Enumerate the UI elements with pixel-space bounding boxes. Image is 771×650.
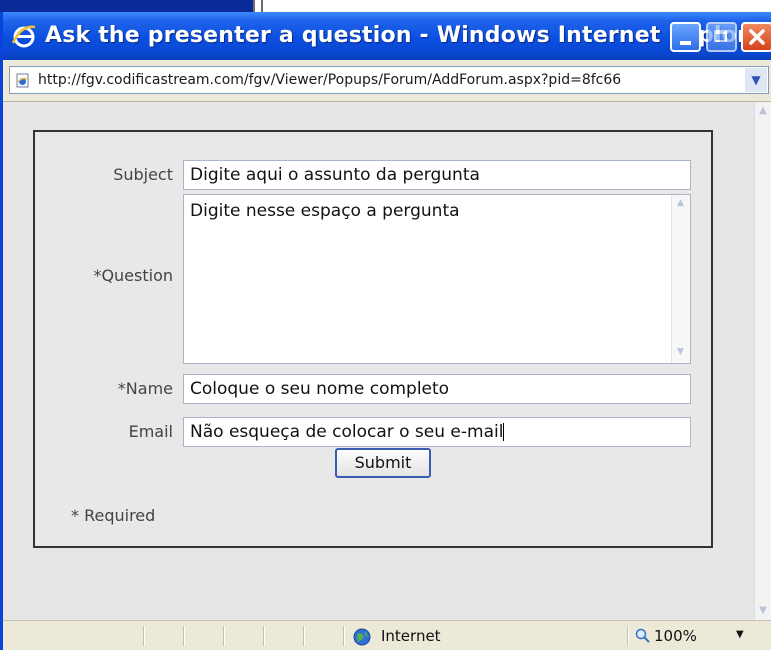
title-bar[interactable]: Ask the presenter a question - Windows I… — [3, 12, 771, 60]
magnifier-icon — [635, 628, 650, 643]
name-label: *Name — [117, 379, 173, 398]
url-dropdown-button[interactable]: ▼ — [745, 68, 767, 92]
status-divider — [343, 626, 345, 646]
address-bar: http://fgv.codificastream.com/fgv/Viewer… — [3, 60, 771, 102]
question-textarea[interactable]: Digite nesse espaço a pergunta ▲ ▼ — [183, 194, 691, 364]
scroll-up-icon[interactable]: ▲ — [756, 104, 770, 118]
window-title: Ask the presenter a question - Windows I… — [45, 23, 771, 48]
subject-input[interactable]: Digite aqui o assunto da pergunta — [183, 160, 691, 190]
url-field[interactable]: http://fgv.codificastream.com/fgv/Viewer… — [9, 66, 769, 94]
chevron-down-icon: ▼ — [751, 73, 761, 87]
subject-label: Subject — [113, 165, 173, 184]
scroll-up-icon[interactable]: ▲ — [674, 198, 687, 211]
minimize-icon — [680, 41, 691, 45]
url-text: http://fgv.codificastream.com/fgv/Viewer… — [38, 72, 622, 88]
status-bar: Internet 100% ▼ — [3, 620, 771, 650]
scroll-down-icon[interactable]: ▼ — [674, 347, 687, 360]
maximize-icon — [714, 30, 727, 42]
status-divider — [223, 626, 225, 646]
zoom-level[interactable]: 100% — [654, 627, 697, 645]
status-divider — [143, 626, 145, 646]
question-text: Digite nesse espaço a pergunta — [190, 201, 460, 221]
question-form: Subject Digite aqui o assunto da pergunt… — [33, 130, 713, 548]
textarea-scrollbar[interactable]: ▲ ▼ — [671, 195, 690, 363]
status-divider — [263, 626, 265, 646]
page-content: Subject Digite aqui o assunto da pergunt… — [3, 102, 771, 620]
page-scrollbar[interactable]: ▲ ▼ — [754, 102, 771, 620]
page-icon — [16, 73, 29, 88]
required-note: * Required — [71, 506, 156, 525]
status-divider — [627, 626, 629, 646]
email-label: Email — [128, 422, 173, 441]
globe-icon — [353, 628, 371, 646]
close-button[interactable] — [741, 22, 771, 52]
maximize-button[interactable] — [706, 22, 737, 52]
security-zone[interactable]: Internet — [381, 627, 441, 645]
submit-button[interactable]: Submit — [335, 448, 431, 478]
chevron-down-icon[interactable]: ▼ — [736, 629, 744, 640]
email-input-value: Não esqueça de colocar o seu e-mail — [190, 422, 504, 442]
name-input[interactable]: Coloque o seu nome completo — [183, 374, 691, 404]
popup-window: Ask the presenter a question - Windows I… — [0, 12, 771, 650]
status-divider — [183, 626, 185, 646]
ie-logo-icon — [11, 25, 36, 48]
question-label: *Question — [93, 266, 173, 285]
text-caret — [503, 423, 505, 441]
close-icon — [749, 29, 765, 45]
status-divider — [303, 626, 305, 646]
scroll-down-icon[interactable]: ▼ — [756, 604, 770, 618]
minimize-button[interactable] — [670, 22, 701, 52]
email-input[interactable]: Não esqueça de colocar o seu e-mail — [183, 417, 691, 447]
